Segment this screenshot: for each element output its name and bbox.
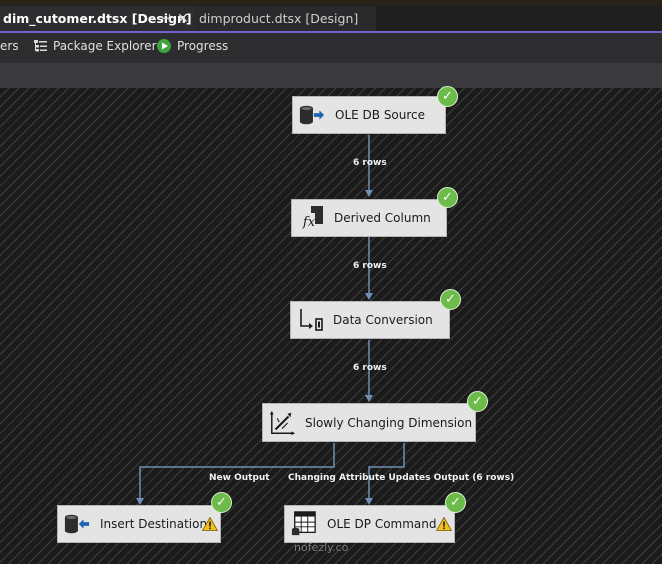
success-check-icon: ✓: [437, 86, 458, 107]
watermark-text: nofezly.co: [294, 541, 349, 554]
warning-icon: [202, 517, 218, 531]
success-check-icon: ✓: [445, 492, 466, 513]
database-destination-icon: [64, 511, 90, 537]
component-label: Insert Destination: [100, 517, 208, 531]
arrowhead: [365, 498, 373, 505]
component-label: Slowly Changing Dimension: [305, 415, 473, 430]
data-conversion-component[interactable]: Data Conversion: [290, 301, 450, 339]
ole-db-command-component[interactable]: OLE DP Command: [284, 505, 455, 543]
component-label: OLE DB Source: [335, 108, 426, 122]
derived-column-component[interactable]: fx Derived Column: [291, 199, 447, 237]
ole-db-source-component[interactable]: OLE DB Source: [292, 96, 446, 134]
database-source-icon: [299, 102, 325, 128]
ole-db-command-icon: [291, 511, 317, 537]
arrowhead: [365, 190, 373, 197]
arrowhead: [365, 293, 373, 300]
slowly-changing-dimension-component[interactable]: Slowly Changing Dimension: [262, 403, 476, 442]
path-scd-new-output[interactable]: [139, 443, 335, 500]
fx-icon: fx: [298, 205, 324, 231]
arrowhead: [365, 395, 373, 402]
success-check-icon: ✓: [211, 492, 232, 513]
success-check-icon: ✓: [467, 391, 488, 412]
success-check-icon: ✓: [437, 187, 458, 208]
changing-output-label: Changing Attribute Updates Output (6 row…: [288, 473, 515, 483]
path-scd-changing-output[interactable]: [368, 443, 405, 500]
component-label: Derived Column: [334, 211, 431, 225]
insert-destination-component[interactable]: Insert Destination: [57, 505, 221, 543]
path-row-count-label: 6 rows: [353, 363, 387, 373]
path-row-count-label: 6 rows: [353, 261, 387, 271]
new-output-label: New Output: [209, 473, 270, 483]
slowly-changing-dimension-icon: [269, 410, 295, 436]
path-row-count-label: 6 rows: [353, 158, 387, 168]
component-label: Data Conversion: [333, 313, 433, 327]
success-check-icon: ✓: [440, 289, 461, 310]
data-conversion-icon: [297, 307, 323, 333]
arrowhead: [136, 498, 144, 505]
warning-icon: [436, 517, 452, 531]
component-label: OLE DP Command: [327, 517, 437, 531]
